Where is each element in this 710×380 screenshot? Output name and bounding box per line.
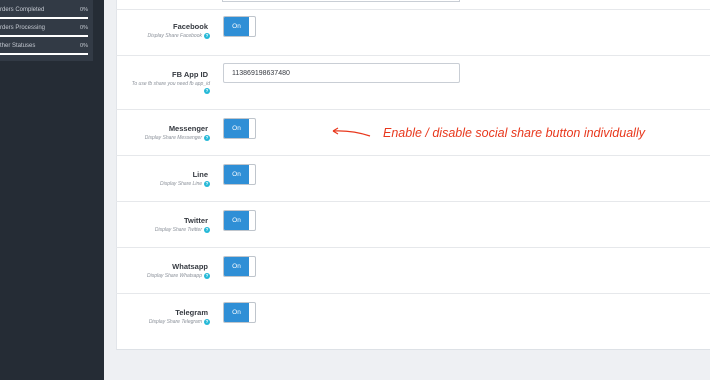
line-toggle[interactable]: On	[223, 164, 256, 185]
annotation-text: Enable / disable social share button ind…	[383, 126, 645, 140]
stat-progress-bar	[0, 53, 88, 55]
question-circle-icon[interactable]: ?	[204, 319, 210, 325]
stat-value: 0%	[80, 25, 88, 31]
row-divider	[116, 155, 710, 156]
stat-value: 0%	[80, 43, 88, 49]
twitter-help: Display Share Twitter?	[155, 227, 210, 233]
stat-progress-bar	[0, 35, 88, 37]
stat-orders-completed: rders Completed 0%	[0, 6, 93, 20]
messenger-label: Messenger	[168, 124, 208, 133]
row-divider	[116, 293, 710, 294]
help-text: To use fb share you need fb app_id	[131, 81, 210, 87]
stat-progress-bar	[0, 17, 88, 19]
help-text: Display Share Messenger	[144, 135, 202, 141]
whatsapp-help: Display Share Whatsapp?	[147, 273, 210, 279]
telegram-help: Display Share Telegram?	[149, 319, 210, 325]
stat-label: rders Processing	[0, 25, 46, 31]
fb-app-id-input[interactable]	[223, 63, 460, 83]
telegram-label: Telegram	[175, 308, 208, 317]
help-text: Display Share Twitter	[154, 227, 202, 233]
facebook-toggle[interactable]: On	[223, 16, 256, 37]
question-circle-icon[interactable]: ?	[204, 273, 210, 279]
row-divider	[116, 9, 710, 10]
help-text: Display Share Telegram	[148, 319, 202, 325]
toggle-on-label: On	[224, 211, 249, 230]
toggle-on-label: On	[224, 257, 249, 276]
help-text: Display Share Whatsapp	[146, 273, 202, 279]
question-circle-icon[interactable]: ?	[204, 227, 210, 233]
twitter-label: Twitter	[183, 216, 208, 225]
fb-app-id-help: To use fb share you need fb app_id ?	[126, 81, 210, 95]
left-arrow-icon	[332, 127, 371, 137]
text-field-partial[interactable]	[222, 0, 460, 2]
row-divider	[116, 247, 710, 248]
row-divider	[116, 201, 710, 202]
line-help: Display Share Line?	[160, 181, 210, 187]
question-circle-icon[interactable]: ?	[204, 33, 210, 39]
question-circle-icon[interactable]: ?	[204, 135, 210, 141]
question-circle-icon[interactable]: ?	[204, 181, 210, 187]
messenger-help: Display Share Messenger?	[145, 135, 210, 141]
row-divider	[116, 109, 710, 110]
toggle-on-label: On	[224, 119, 249, 138]
messenger-toggle[interactable]: On	[223, 118, 256, 139]
whatsapp-label: Whatsapp	[172, 262, 208, 271]
toggle-on-label: On	[224, 17, 249, 36]
facebook-label: Facebook	[172, 22, 208, 31]
row-divider	[116, 55, 710, 56]
sidebar: rders Completed 0% rders Processing 0% t…	[0, 0, 104, 380]
question-circle-icon[interactable]: ?	[204, 88, 210, 94]
facebook-help: Display Share Facebook?	[148, 33, 210, 39]
line-label: Line	[192, 170, 208, 179]
stat-orders-processing: rders Processing 0%	[0, 24, 93, 38]
stat-label: ther Statuses	[0, 43, 36, 49]
help-text: Display Share Facebook	[147, 33, 202, 39]
stat-value: 0%	[80, 7, 88, 13]
help-text: Display Share Line	[160, 181, 202, 187]
stat-other-statuses: ther Statuses 0%	[0, 42, 93, 56]
whatsapp-toggle[interactable]: On	[223, 256, 256, 277]
twitter-toggle[interactable]: On	[223, 210, 256, 231]
toggle-on-label: On	[224, 303, 249, 322]
fb-app-id-label: FB App ID	[172, 70, 208, 79]
telegram-toggle[interactable]: On	[223, 302, 256, 323]
order-stats-box: rders Completed 0% rders Processing 0% t…	[0, 0, 93, 61]
annotation-callout: Enable / disable social share button ind…	[328, 125, 678, 141]
stat-label: rders Completed	[0, 7, 45, 13]
toggle-on-label: On	[224, 165, 249, 184]
